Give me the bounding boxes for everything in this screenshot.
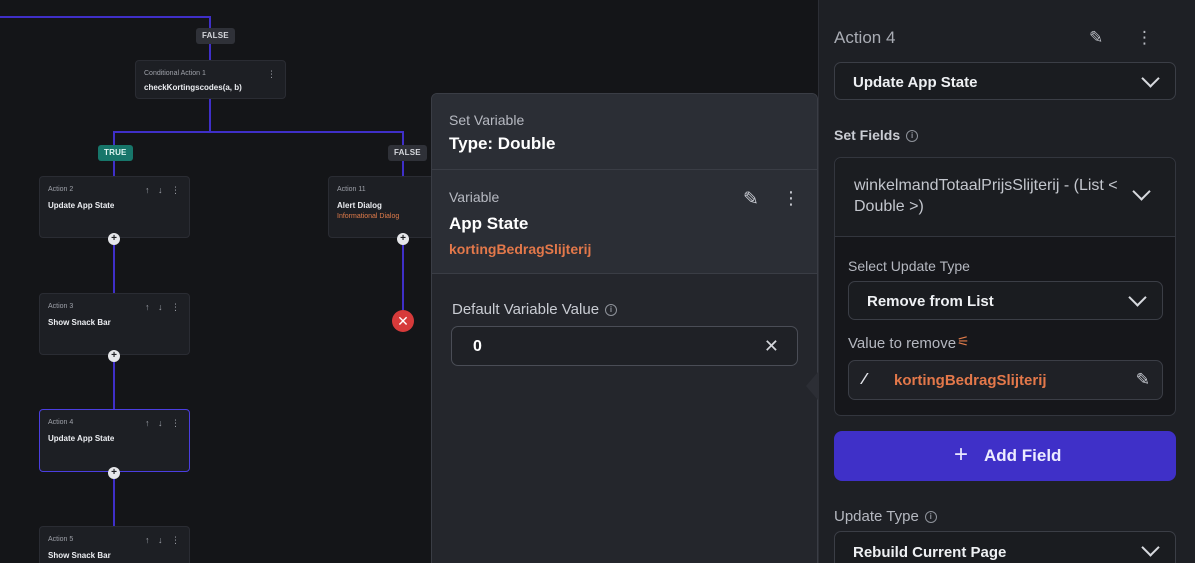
value-to-remove-input[interactable]: ⁄ kortingBedragSlijterij ✎ <box>848 360 1163 400</box>
connector <box>209 97 211 132</box>
action-title: Action 4 <box>834 28 896 47</box>
chevron-down-icon[interactable] <box>1132 182 1151 201</box>
popup-pointer <box>806 372 818 400</box>
rebuild-select[interactable]: Rebuild Current Page <box>834 531 1176 563</box>
action-node-3[interactable]: Action 3 Show Snack Bar ↑ ↓ ⋮ <box>39 293 190 355</box>
more-icon[interactable]: ⋮ <box>267 69 279 80</box>
type-label: Type: Double <box>449 134 556 153</box>
info-icon[interactable]: i <box>605 304 618 317</box>
more-icon[interactable]: ⋮ <box>782 188 800 209</box>
node-subtitle: Action 11 <box>337 186 366 193</box>
node-title: Update App State <box>48 201 115 210</box>
edit-icon[interactable]: ✎ <box>1136 370 1150 390</box>
edit-icon[interactable]: ✎ <box>743 188 759 211</box>
node-description: Informational Dialog <box>337 213 400 220</box>
update-type-select[interactable]: Remove from List <box>848 281 1163 320</box>
select-update-type-label: Select Update Type <box>848 258 970 274</box>
variable-source: App State <box>449 214 529 233</box>
header-icons[interactable]: ✎ ⋮ <box>1089 28 1167 48</box>
add-field-label: Add Field <box>984 446 1062 465</box>
action-node-5[interactable]: Action 5 Show Snack Bar ↑ ↓ ⋮ <box>39 526 190 563</box>
field-name: winkelmandTotaalPrijsSlijterij - (List <… <box>854 177 1118 215</box>
node-title: checkKortingscodes(a, b) <box>144 83 242 92</box>
update-type-label-text: Update Type <box>834 508 919 525</box>
false-branch-chip: FALSE <box>196 28 235 44</box>
default-value-input[interactable]: 0 ✕ <box>451 326 798 366</box>
node-title: Update App State <box>48 434 115 443</box>
variable-icon: ⁄ <box>863 371 866 388</box>
node-title: Show Snack Bar <box>48 318 111 327</box>
value-to-remove: kortingBedragSlijterij <box>894 372 1047 389</box>
node-controls[interactable]: ↑ ↓ ⋮ <box>145 302 183 313</box>
chevron-down-icon <box>1141 538 1160 557</box>
action-properties-panel: Action 4 ✎ ⋮ Update App State Set Fields… <box>818 0 1195 563</box>
node-subtitle: Action 3 <box>48 303 74 310</box>
popup-variable-section: Variable App State kortingBedragSlijteri… <box>432 170 817 274</box>
action-node-4[interactable]: Action 4 Update App State ↑ ↓ ⋮ <box>39 409 190 472</box>
add-action-plus-icon[interactable]: + <box>108 350 120 362</box>
set-fields-label-text: Set Fields <box>834 127 901 143</box>
variable-name: kortingBedragSlijterij <box>449 241 592 257</box>
node-title: Show Snack Bar <box>48 551 111 560</box>
node-subtitle: Action 2 <box>48 186 74 193</box>
connector <box>402 238 404 310</box>
node-subtitle: Action 5 <box>48 536 74 543</box>
node-subtitle: Conditional Action 1 <box>144 70 206 77</box>
action-node-11[interactable]: Action 11 Alert Dialog Informational Dia… <box>328 176 448 238</box>
add-field-button[interactable]: + Add Field <box>834 431 1176 481</box>
info-icon[interactable]: i <box>906 130 919 143</box>
set-variable-popup: Set Variable Type: Double Variable App S… <box>431 93 818 563</box>
default-value-label: Default Variable Value i <box>452 301 618 318</box>
node-controls[interactable]: ↑ ↓ ⋮ <box>145 418 183 429</box>
update-type-value: Remove from List <box>867 293 994 310</box>
connector <box>113 131 404 133</box>
terminate-icon[interactable]: ✕ <box>392 310 414 332</box>
field-header[interactable]: winkelmandTotaalPrijsSlijterij - (List <… <box>835 158 1175 237</box>
set-fields-label: Set Fields i <box>834 127 919 143</box>
update-type-label: Update Type i <box>834 508 937 525</box>
info-icon[interactable]: i <box>924 511 937 524</box>
conditional-action-node[interactable]: Conditional Action 1 checkKortingscodes(… <box>135 60 286 99</box>
add-action-plus-icon[interactable]: + <box>108 233 120 245</box>
default-value[interactable]: 0 <box>473 338 482 356</box>
default-value-label-text: Default Variable Value <box>452 301 600 318</box>
clear-icon[interactable]: ✕ <box>764 336 779 357</box>
add-action-plus-icon[interactable]: + <box>108 467 120 479</box>
connector <box>113 471 115 527</box>
node-subtitle: Action 4 <box>48 419 74 426</box>
popup-type-section: Set Variable Type: Double <box>432 94 817 170</box>
plus-icon: + <box>954 441 969 468</box>
false-branch-chip: FALSE <box>388 145 427 161</box>
connector <box>0 16 211 18</box>
true-branch-chip: TRUE <box>98 145 133 161</box>
connector <box>113 238 115 294</box>
rebuild-value: Rebuild Current Page <box>853 544 1007 561</box>
value-to-remove-label: Value to remove <box>848 335 957 352</box>
set-variable-label: Set Variable <box>449 112 525 128</box>
action-type-value: Update App State <box>853 74 978 91</box>
node-title: Alert Dialog <box>337 201 382 210</box>
variable-label: Variable <box>449 189 500 205</box>
chevron-down-icon <box>1141 69 1160 88</box>
action-node-2[interactable]: Action 2 Update App State ↑ ↓ ⋮ <box>39 176 190 238</box>
connector <box>113 355 115 411</box>
tune-icon[interactable]: ⚟ <box>957 333 970 350</box>
add-action-plus-icon[interactable]: + <box>397 233 409 245</box>
node-controls[interactable]: ↑ ↓ ⋮ <box>145 185 183 196</box>
action-type-select[interactable]: Update App State <box>834 62 1176 100</box>
field-config: winkelmandTotaalPrijsSlijterij - (List <… <box>834 157 1176 416</box>
node-controls[interactable]: ↑ ↓ ⋮ <box>145 535 183 546</box>
chevron-down-icon <box>1128 288 1147 307</box>
